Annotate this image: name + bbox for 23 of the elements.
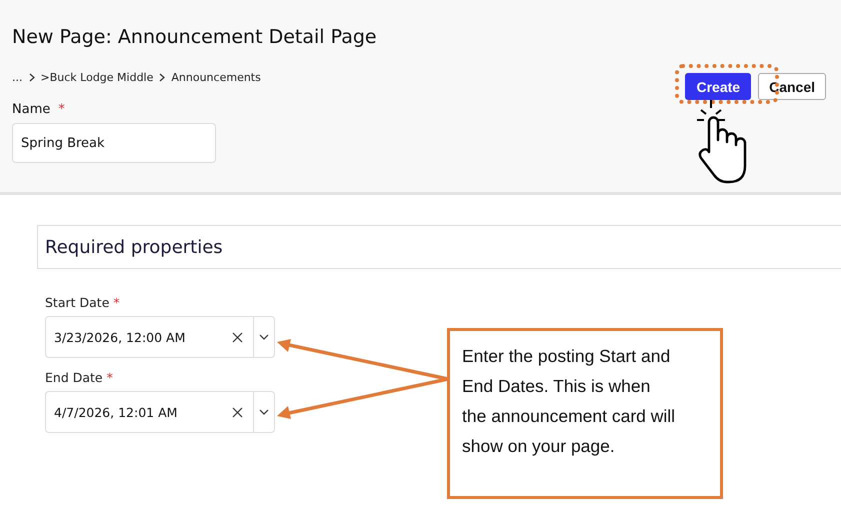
date-field[interactable]: 4/7/2026, 12:01 AM (45, 391, 275, 433)
field-label: End Date (45, 370, 103, 385)
clear-icon[interactable] (232, 332, 243, 342)
chevron-down-icon[interactable] (259, 409, 269, 415)
breadcrumb-link[interactable]: ... (12, 70, 22, 84)
chevron-right-icon (28, 72, 34, 82)
callout-text: Enter the posting Start and End Dates. This is when the announcement card will show on your page. (462, 345, 676, 458)
required-marker: * (58, 102, 65, 117)
required-marker: * (113, 295, 120, 310)
field-label: Start Date (45, 295, 110, 310)
clear-icon[interactable] (232, 406, 243, 418)
required-marker: * (106, 370, 113, 385)
section-title: Required properties (45, 236, 223, 258)
breadcrumb-link[interactable]: Announcements (171, 70, 261, 84)
field-label: Name (12, 102, 50, 117)
chevron-right-icon (159, 72, 166, 82)
chevron-down-icon[interactable] (259, 334, 269, 340)
page-title: New Page: Announcement Detail Page (12, 26, 378, 48)
create-button[interactable]: Create (685, 73, 752, 100)
cancel-button[interactable]: Cancel (758, 73, 826, 100)
breadcrumb-link[interactable]: >Buck Lodge Middle (40, 70, 154, 84)
date-field[interactable]: 3/23/2026, 12:00 AM (45, 316, 275, 358)
name-field[interactable]: Spring Break (12, 123, 216, 163)
